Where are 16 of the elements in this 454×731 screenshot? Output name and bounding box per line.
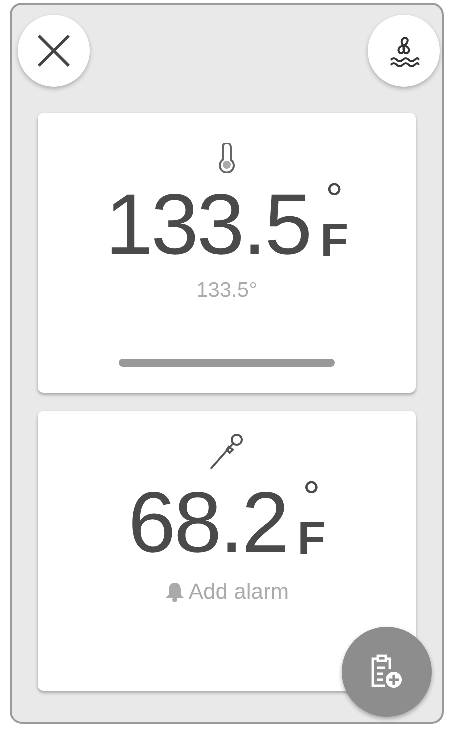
degree-sign: °	[302, 483, 320, 513]
probe-icon	[209, 433, 245, 471]
add-note-button[interactable]	[342, 627, 432, 717]
temperature-reading: 133.5	[105, 177, 311, 273]
mode-button[interactable]	[368, 15, 440, 87]
bell-icon	[164, 581, 185, 603]
temperature-reading: 68.2	[128, 475, 288, 571]
unit-label: F	[320, 215, 349, 265]
clipboard-plus-icon	[370, 654, 404, 690]
secondary-reading: 133.5°	[196, 279, 258, 303]
thermometer-icon	[218, 143, 236, 173]
add-alarm-link[interactable]: Add alarm	[164, 579, 290, 605]
close-button[interactable]	[18, 15, 90, 87]
degree-sign: °	[326, 185, 344, 215]
close-icon	[36, 33, 72, 69]
unit-label: F	[298, 513, 326, 563]
